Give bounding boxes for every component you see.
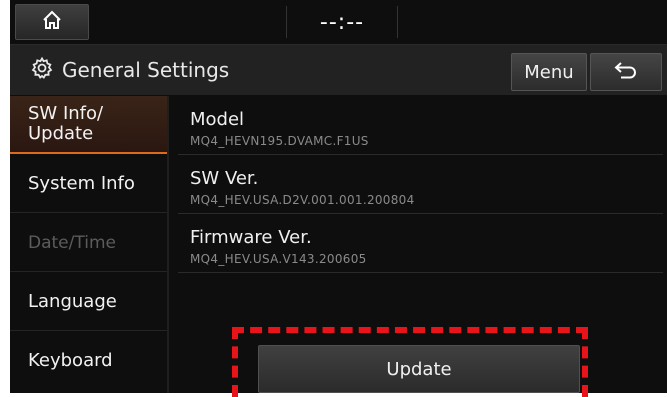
settings-sidebar: SW Info/ Update System Info Date/Time La… (10, 96, 169, 393)
sidebar-item-system-info[interactable]: System Info (10, 155, 167, 213)
info-value: MQ4_HEV.USA.V143.200605 (190, 252, 367, 266)
infotainment-screen: --:-- General Settings Menu SW Info/ Upd… (10, 0, 667, 393)
sw-info-panel: Model MQ4_HEVN195.DVAMC.F1US SW Ver. MQ4… (172, 96, 667, 393)
sidebar-item-label: System Info (28, 172, 135, 194)
page-title-wrap: General Settings (30, 45, 229, 95)
info-row-firmware-version: Firmware Ver. MQ4_HEV.USA.V143.200605 (178, 214, 663, 273)
page-title: General Settings (62, 58, 230, 82)
info-label: SW Ver. (190, 168, 259, 189)
sidebar-item-label: Date/Time (28, 232, 116, 253)
home-button[interactable] (15, 4, 89, 40)
back-button[interactable] (590, 53, 662, 91)
sidebar-item-label: Language (28, 290, 117, 312)
info-label: Model (190, 109, 245, 130)
back-arrow-icon (613, 60, 639, 84)
sidebar-item-keyboard[interactable]: Keyboard (10, 332, 167, 390)
sidebar-item-label: Keyboard (28, 350, 113, 371)
info-value: MQ4_HEV.USA.D2V.001.001.200804 (190, 193, 415, 207)
info-value: MQ4_HEVN195.DVAMC.F1US (190, 134, 369, 148)
home-icon (41, 9, 63, 35)
sidebar-item-sw-info-update[interactable]: SW Info/ Update (10, 96, 167, 154)
clock: --:-- (286, 6, 398, 38)
update-button[interactable]: Update (258, 345, 580, 393)
info-label: Firmware Ver. (190, 227, 312, 248)
sidebar-item-label: SW Info/ Update (28, 103, 104, 144)
sidebar-item-language[interactable]: Language (10, 273, 167, 331)
info-row-sw-version: SW Ver. MQ4_HEV.USA.D2V.001.001.200804 (178, 155, 663, 214)
info-row-model: Model MQ4_HEVN195.DVAMC.F1US (178, 96, 663, 155)
page-header: General Settings Menu (10, 45, 667, 95)
sidebar-item-date-time: Date/Time (10, 214, 167, 272)
gear-icon (30, 56, 62, 85)
menu-button[interactable]: Menu (511, 53, 587, 91)
status-bar: --:-- (10, 0, 667, 45)
